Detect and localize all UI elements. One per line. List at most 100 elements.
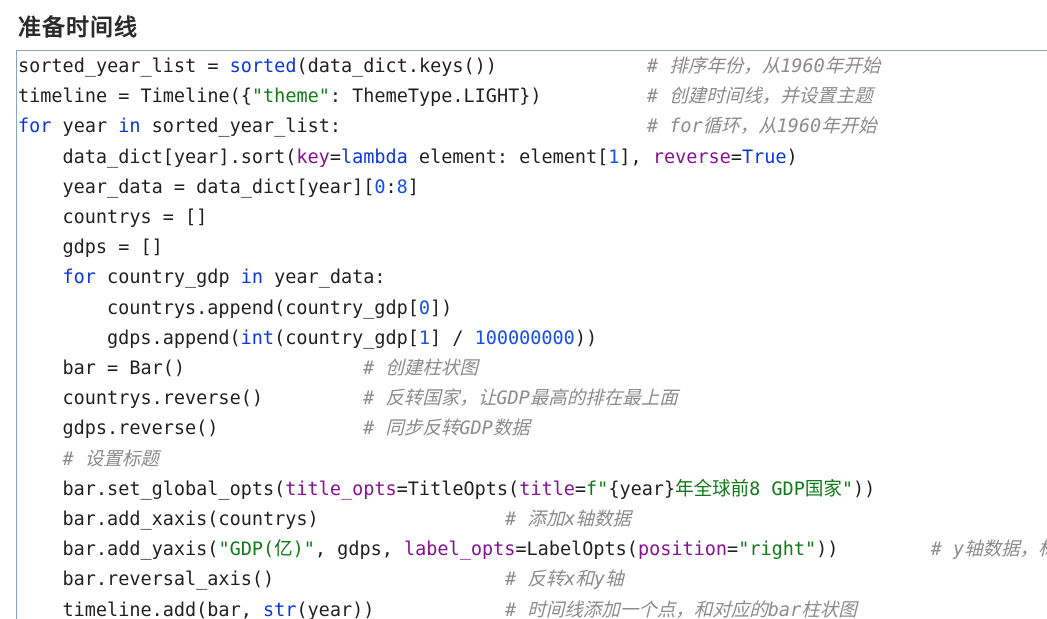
code-token: )) bbox=[852, 478, 876, 500]
code-line: timeline = Timeline({"theme": ThemeType.… bbox=[18, 82, 542, 112]
code-token: key bbox=[296, 146, 330, 168]
code-token: = bbox=[329, 146, 341, 168]
code-comment: # 时间线添加一个点，和对应的bar柱状图 bbox=[505, 599, 857, 619]
code-token: gdps.reverse() bbox=[62, 418, 219, 440]
code-token: =TitleOpts( bbox=[396, 478, 520, 500]
code-comment: # 添加x轴数据 bbox=[505, 509, 631, 530]
code-token: countrys.reverse() bbox=[62, 388, 263, 410]
code-line: for country_gdp in year_data: bbox=[63, 263, 386, 293]
section-title: 准备时间线 bbox=[18, 15, 138, 41]
code-token: bar = Bar() bbox=[62, 358, 186, 379]
code-line: countrys.reverse() bbox=[63, 384, 263, 414]
code-block: sorted_year_list = sorted(data_dict.keys… bbox=[16, 50, 1047, 619]
code-line: timeline.add(bar, str(year)) bbox=[63, 596, 375, 619]
code-token: sorted_year_list: bbox=[140, 116, 342, 138]
code-token: year_data: bbox=[263, 267, 386, 289]
code-comment: # 反转x和y轴 bbox=[505, 569, 624, 591]
code-token: title bbox=[519, 478, 575, 500]
code-token: = bbox=[727, 539, 739, 561]
code-line: bar.reversal_axis() bbox=[63, 565, 275, 595]
code-token: lambda bbox=[340, 146, 408, 168]
code-token: country_gdp bbox=[95, 267, 241, 289]
code-token: gdps.append( bbox=[107, 327, 241, 349]
code-token: bar.reversal_axis() bbox=[62, 569, 275, 591]
code-token: bar.set_global_opts( bbox=[62, 478, 286, 500]
code-token: : bbox=[385, 176, 397, 198]
code-token: title_opts bbox=[285, 478, 397, 500]
code-token: sorted_year_list = bbox=[18, 56, 230, 77]
code-line: bar = Bar() bbox=[63, 354, 186, 384]
code-token: , gdps, bbox=[314, 539, 405, 561]
code-token: "GDP(亿)" bbox=[218, 539, 315, 561]
code-token: sorted bbox=[229, 56, 297, 77]
code-line: gdps.append(int(country_gdp[1] / 1000000… bbox=[107, 324, 597, 354]
code-line: bar.set_global_opts(title_opts=TitleOpts… bbox=[63, 475, 876, 505]
code-token: = bbox=[574, 478, 587, 500]
code-line: countrys = [] bbox=[63, 203, 208, 233]
code-token: {year} bbox=[608, 478, 676, 500]
code-token: (country_gdp[ bbox=[274, 327, 419, 349]
code-token: 0 bbox=[374, 176, 386, 198]
code-token: label_opts bbox=[404, 539, 516, 561]
code-token: timeline = Timeline({ bbox=[18, 86, 252, 108]
code-line: countrys.append(country_gdp[0]) bbox=[107, 294, 452, 324]
code-line: year_data = data_dict[year][0:8] bbox=[63, 173, 419, 203]
code-token: ) bbox=[786, 146, 798, 168]
code-token: 100000000 bbox=[474, 327, 575, 349]
code-line: data_dict[year].sort(key=lambda element:… bbox=[63, 143, 798, 173]
code-token: bar.add_yaxis( bbox=[62, 539, 219, 561]
code-token: ] / bbox=[430, 327, 475, 349]
code-token: True bbox=[741, 146, 787, 168]
code-token: 0 bbox=[418, 297, 431, 319]
code-token: 1 bbox=[608, 146, 620, 168]
code-line: for year in sorted_year_list: bbox=[18, 112, 341, 142]
code-line: # 设置标题 bbox=[63, 445, 159, 475]
code-token: )) bbox=[574, 327, 598, 349]
code-token: # 设置标题 bbox=[62, 448, 159, 470]
code-token: : ThemeType.LIGHT}) bbox=[329, 86, 542, 108]
code-token: year_data = data_dict[year][ bbox=[62, 176, 375, 198]
code-token: ], bbox=[619, 146, 653, 168]
code-comment: # 创建时间线，并设置主题 bbox=[646, 86, 873, 108]
code-comment: # 同步反转GDP数据 bbox=[363, 418, 530, 440]
code-token: 8 bbox=[396, 176, 408, 198]
code-line: gdps.reverse() bbox=[63, 414, 219, 444]
code-token: timeline.add(bar, bbox=[62, 599, 263, 619]
code-token: (year)) bbox=[296, 599, 375, 619]
code-token: "theme" bbox=[251, 86, 330, 108]
code-token: (data_dict.keys()) bbox=[296, 56, 497, 77]
code-token: in bbox=[118, 116, 141, 138]
code-token: int bbox=[240, 327, 275, 349]
code-token: "right" bbox=[738, 539, 817, 561]
code-token: = bbox=[730, 146, 742, 168]
code-token: in bbox=[240, 267, 263, 289]
code-line: bar.add_yaxis("GDP(亿)", gdps, label_opts… bbox=[63, 535, 839, 565]
code-token: countrys = [] bbox=[62, 207, 208, 228]
code-token: data_dict[year].sort( bbox=[62, 146, 297, 168]
code-token: ]) bbox=[430, 297, 453, 319]
code-comment: # 创建柱状图 bbox=[363, 358, 478, 379]
code-comment: # for循环，从1960年开始 bbox=[646, 116, 877, 138]
code-token: position bbox=[637, 539, 728, 561]
code-comment: # 排序年份，从1960年开始 bbox=[646, 56, 881, 77]
code-comment: # y轴数据，标签在右 bbox=[930, 539, 1047, 561]
code-token: countrys.append(country_gdp[ bbox=[107, 297, 419, 319]
code-token: =LabelOpts( bbox=[515, 539, 638, 561]
code-line: bar.add_xaxis(countrys) bbox=[63, 505, 319, 535]
code-line: gdps = [] bbox=[63, 233, 163, 263]
code-token: gdps = [] bbox=[62, 237, 163, 259]
code-token: ] bbox=[407, 176, 419, 198]
code-token: reverse bbox=[652, 146, 731, 168]
code-comment: # 反转国家，让GDP最高的排在最上面 bbox=[363, 388, 678, 410]
code-token: )) bbox=[816, 539, 839, 561]
code-token: f" bbox=[586, 478, 609, 500]
code-token: for bbox=[62, 267, 96, 289]
code-token: for bbox=[18, 116, 52, 138]
code-token: element: element[ bbox=[407, 146, 609, 168]
code-token: year bbox=[51, 116, 119, 138]
code-token: 1 bbox=[418, 327, 431, 349]
code-token: str bbox=[262, 599, 297, 619]
code-token: bar.add_xaxis(countrys) bbox=[62, 509, 319, 530]
code-line: sorted_year_list = sorted(data_dict.keys… bbox=[18, 52, 497, 82]
code-token: 年全球前8 GDP国家" bbox=[675, 478, 853, 500]
